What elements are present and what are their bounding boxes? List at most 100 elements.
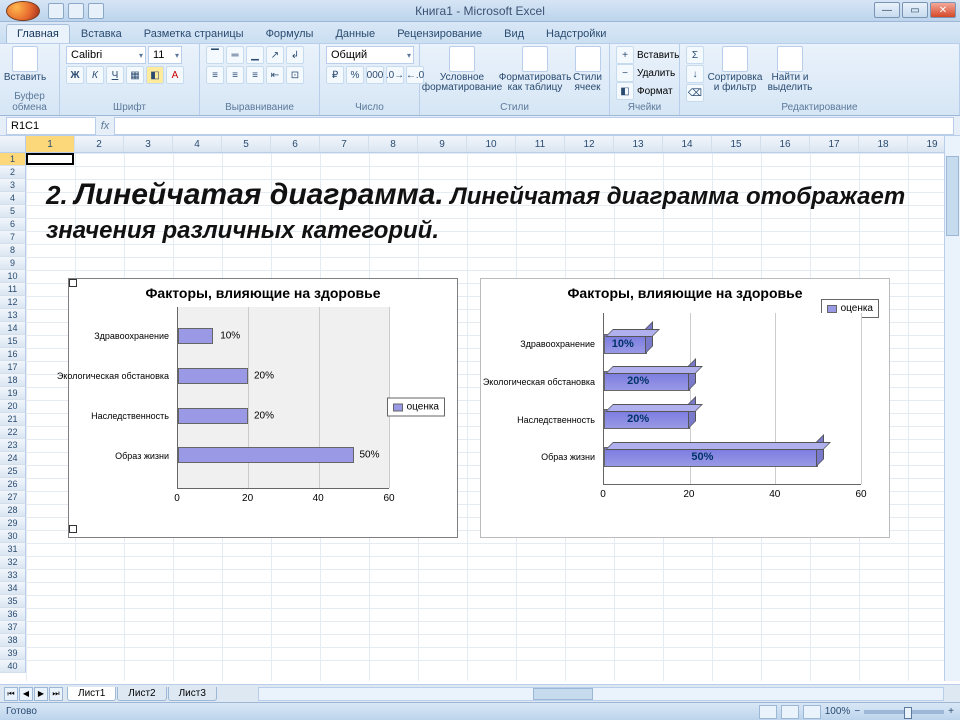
row-header[interactable]: 3 [0, 179, 26, 192]
tab-addins[interactable]: Надстройки [535, 24, 617, 43]
view-break-button[interactable] [803, 705, 821, 719]
zoom-slider[interactable] [864, 710, 944, 714]
bold-button[interactable]: Ж [66, 66, 84, 84]
currency-button[interactable]: ₽ [326, 66, 344, 84]
column-header[interactable]: 17 [810, 136, 859, 152]
column-header[interactable]: 1 [26, 136, 75, 152]
row-header[interactable]: 10 [0, 270, 26, 283]
align-left-button[interactable]: ≡ [206, 66, 224, 84]
tab-view[interactable]: Вид [493, 24, 535, 43]
row-header[interactable]: 15 [0, 335, 26, 348]
row-header[interactable]: 31 [0, 543, 26, 556]
tab-review[interactable]: Рецензирование [386, 24, 493, 43]
minimize-button[interactable]: — [874, 2, 900, 18]
row-header[interactable]: 36 [0, 608, 26, 621]
row-header[interactable]: 14 [0, 322, 26, 335]
font-name-combo[interactable]: Calibri [66, 46, 146, 64]
insert-cells-button[interactable]: Вставить [637, 50, 679, 61]
row-header[interactable]: 19 [0, 387, 26, 400]
row-header[interactable]: 34 [0, 582, 26, 595]
column-header[interactable]: 13 [614, 136, 663, 152]
font-color-button[interactable]: A [166, 66, 184, 84]
align-top-button[interactable]: ▔ [206, 46, 224, 64]
row-header[interactable]: 9 [0, 257, 26, 270]
clear-button[interactable]: ⌫ [686, 84, 704, 102]
format-cells-button[interactable]: Формат [637, 86, 673, 97]
sheet-tab-3[interactable]: Лист3 [168, 687, 217, 701]
row-header[interactable]: 40 [0, 660, 26, 673]
inc-decimal-button[interactable]: .0→ [386, 66, 404, 84]
chart-2[interactable]: Факторы, влияющие на здоровье оценка Здр… [480, 278, 890, 538]
align-bottom-button[interactable]: ▁ [246, 46, 264, 64]
vscroll-thumb[interactable] [946, 156, 959, 236]
sheet-nav-next[interactable]: ▶ [34, 687, 48, 701]
row-header[interactable]: 16 [0, 348, 26, 361]
row-header[interactable]: 13 [0, 309, 26, 322]
row-header[interactable]: 22 [0, 426, 26, 439]
column-header[interactable]: 5 [222, 136, 271, 152]
tab-insert[interactable]: Вставка [70, 24, 133, 43]
orientation-button[interactable]: ↗ [266, 46, 284, 64]
select-all-corner[interactable] [0, 136, 26, 152]
row-header[interactable]: 8 [0, 244, 26, 257]
qat-undo-icon[interactable] [68, 3, 84, 19]
row-header[interactable]: 30 [0, 530, 26, 543]
row-header[interactable]: 4 [0, 192, 26, 205]
column-header[interactable]: 16 [761, 136, 810, 152]
column-header[interactable]: 12 [565, 136, 614, 152]
merge-button[interactable]: ⊡ [286, 66, 304, 84]
fill-color-button[interactable]: ◧ [146, 66, 164, 84]
align-middle-button[interactable]: ═ [226, 46, 244, 64]
row-header[interactable]: 26 [0, 478, 26, 491]
cell-styles-button[interactable]: Стили ячеек [572, 46, 603, 93]
sheet-nav-last[interactable]: ⏭ [49, 687, 63, 701]
percent-button[interactable]: % [346, 66, 364, 84]
column-header[interactable]: 18 [859, 136, 908, 152]
sheet-tab-2[interactable]: Лист2 [117, 687, 166, 701]
qat-save-icon[interactable] [48, 3, 64, 19]
row-header[interactable]: 5 [0, 205, 26, 218]
zoom-in-button[interactable]: + [948, 706, 954, 717]
formula-bar[interactable] [114, 117, 954, 135]
qat-redo-icon[interactable] [88, 3, 104, 19]
sort-filter-button[interactable]: Сортировка и фильтр [708, 46, 762, 93]
wrap-text-button[interactable]: ↲ [286, 46, 304, 64]
close-button[interactable]: ✕ [930, 2, 956, 18]
column-header[interactable]: 15 [712, 136, 761, 152]
tab-home[interactable]: Главная [6, 24, 70, 43]
row-header[interactable]: 35 [0, 595, 26, 608]
format-table-button[interactable]: Форматировать как таблицу [502, 46, 568, 93]
column-header[interactable]: 10 [467, 136, 516, 152]
maximize-button[interactable]: ▭ [902, 2, 928, 18]
vertical-scrollbar[interactable] [944, 136, 960, 681]
tab-page-layout[interactable]: Разметка страницы [133, 24, 255, 43]
row-header[interactable]: 32 [0, 556, 26, 569]
find-select-button[interactable]: Найти и выделить [766, 46, 814, 93]
border-button[interactable]: ▦ [126, 66, 144, 84]
underline-button[interactable]: Ч [106, 66, 124, 84]
row-header[interactable]: 11 [0, 283, 26, 296]
view-normal-button[interactable] [759, 705, 777, 719]
column-header[interactable]: 9 [418, 136, 467, 152]
column-header[interactable]: 11 [516, 136, 565, 152]
column-header[interactable]: 4 [173, 136, 222, 152]
row-header[interactable]: 33 [0, 569, 26, 582]
delete-cells-button[interactable]: Удалить [637, 68, 675, 79]
align-right-button[interactable]: ≡ [246, 66, 264, 84]
row-header[interactable]: 7 [0, 231, 26, 244]
column-header[interactable]: 6 [271, 136, 320, 152]
italic-button[interactable]: К [86, 66, 104, 84]
comma-button[interactable]: 000 [366, 66, 384, 84]
autosum-button[interactable]: Σ [686, 46, 704, 64]
name-box[interactable]: R1C1 [6, 117, 96, 135]
sheet-tab-1[interactable]: Лист1 [67, 687, 116, 701]
row-header[interactable]: 24 [0, 452, 26, 465]
indent-dec-button[interactable]: ⇤ [266, 66, 284, 84]
column-header[interactable]: 7 [320, 136, 369, 152]
view-layout-button[interactable] [781, 705, 799, 719]
sheet-nav-first[interactable]: ⏮ [4, 687, 18, 701]
align-center-button[interactable]: ≡ [226, 66, 244, 84]
row-header[interactable]: 23 [0, 439, 26, 452]
hscroll-thumb[interactable] [533, 688, 593, 700]
column-header[interactable]: 8 [369, 136, 418, 152]
